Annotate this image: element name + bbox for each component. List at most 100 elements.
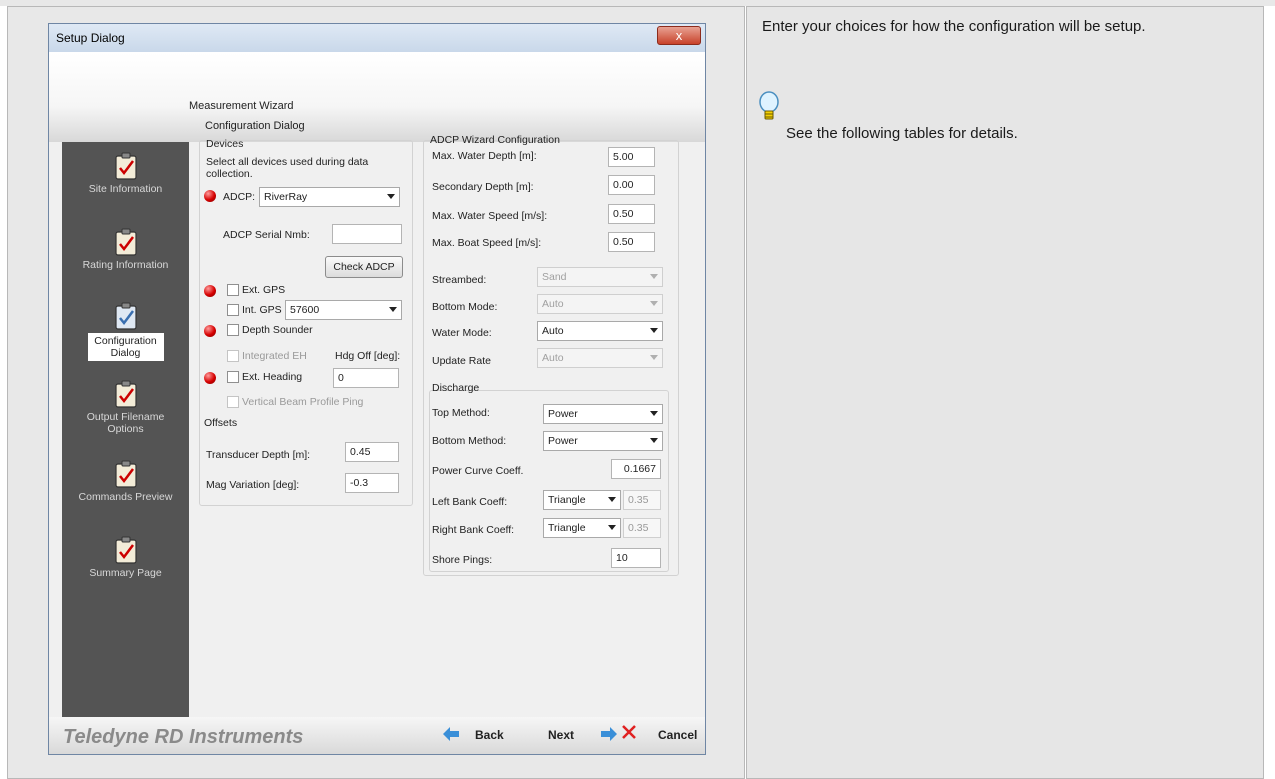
close-x-icon	[622, 725, 636, 739]
top-method-value: Power	[548, 408, 578, 420]
shore-pings-label: Shore Pings:	[432, 554, 493, 566]
adcp-select[interactable]: RiverRay	[259, 187, 400, 207]
streambed-select[interactable]: Sand	[537, 267, 663, 287]
power-curve-input[interactable]: 0.1667	[611, 459, 661, 479]
update-rate-select[interactable]: Auto	[537, 348, 663, 368]
close-button[interactable]: x	[657, 26, 701, 45]
sidebar-item-output-filename-options[interactable]: Output Filename Options	[62, 380, 189, 435]
water-mode-select[interactable]: Auto	[537, 321, 663, 341]
check-adcp-button[interactable]: Check ADCP	[325, 256, 403, 278]
right-bank-label: Right Bank Coeff:	[432, 524, 515, 536]
streambed-label: Streambed:	[432, 274, 487, 286]
chevron-down-icon	[650, 301, 658, 306]
baud-rate-select[interactable]: 57600	[285, 300, 402, 320]
depth-sounder-checkbox[interactable]	[227, 324, 239, 336]
hdg-off-label: Hdg Off [deg]:	[335, 350, 401, 362]
water-mode-label: Water Mode:	[432, 327, 492, 339]
adcp-label: ADCP:	[223, 191, 256, 203]
back-button[interactable]: Back	[475, 728, 504, 742]
chevron-down-icon	[387, 194, 395, 199]
top-method-label: Top Method:	[432, 407, 490, 419]
dialog-titlebar: Setup Dialog x	[49, 24, 705, 52]
max-boat-speed-input[interactable]: 0.50	[608, 232, 655, 252]
devices-description: Select all devices used during data coll…	[206, 156, 369, 180]
clipboard-check-icon	[114, 228, 137, 256]
streambed-value: Sand	[542, 271, 567, 283]
sidebar-item-label: Rating Information	[82, 259, 169, 271]
ext-gps-label: Ext. GPS	[242, 284, 286, 296]
ext-heading-checkbox[interactable]	[227, 371, 239, 383]
mag-variation-label: Mag Variation [deg]:	[206, 479, 300, 491]
setup-dialog: Setup Dialog x Measurement Wizard Config…	[48, 23, 706, 755]
vertical-beam-label: Vertical Beam Profile Ping	[242, 396, 364, 408]
sidebar-item-site-information[interactable]: Site Information	[62, 152, 189, 195]
chevron-down-icon	[608, 497, 616, 502]
bottom-method-select[interactable]: Power	[543, 431, 663, 451]
left-bank-value: Triangle	[548, 494, 586, 506]
wizard-subtitle: Configuration Dialog	[205, 120, 305, 132]
bottom-method-value: Power	[548, 435, 578, 447]
lightbulb-icon	[759, 91, 779, 120]
help-tip: See the following tables for details.	[786, 125, 1018, 142]
clipboard-check-icon	[114, 380, 137, 408]
hdg-off-input[interactable]: 0	[333, 368, 399, 388]
arrow-left-icon	[443, 727, 459, 741]
wizard-header: Measurement Wizard Configuration Dialog	[49, 52, 705, 142]
right-bank-coeff-input[interactable]: 0.35	[623, 518, 661, 538]
sidebar-item-commands-preview[interactable]: Commands Preview	[62, 460, 189, 503]
ext-heading-label: Ext. Heading	[242, 371, 303, 383]
next-button[interactable]: Next	[548, 728, 574, 742]
chevron-down-icon	[650, 438, 658, 443]
vertical-beam-checkbox[interactable]	[227, 396, 239, 408]
chevron-down-icon	[608, 525, 616, 530]
integrated-eh-checkbox[interactable]	[227, 350, 239, 362]
update-rate-value: Auto	[542, 352, 564, 364]
adcp-serial-input[interactable]	[332, 224, 402, 244]
secondary-depth-input[interactable]: 0.00	[608, 175, 655, 195]
bottom-mode-label: Bottom Mode:	[432, 301, 498, 313]
bottom-method-label: Bottom Method:	[432, 435, 507, 447]
page: Enter your choices for how the configura…	[0, 0, 1275, 779]
sidebar-item-configuration-dialog[interactable]: Configuration Dialog	[62, 302, 189, 361]
wizard-title: Measurement Wizard	[189, 100, 294, 112]
secondary-depth-label: Secondary Depth [m]:	[432, 181, 534, 193]
top-method-select[interactable]: Power	[543, 404, 663, 424]
left-bank-label: Left Bank Coeff:	[432, 496, 508, 508]
sidebar-item-summary-page[interactable]: Summary Page	[62, 536, 189, 579]
clipboard-check-icon	[114, 536, 137, 564]
int-gps-checkbox[interactable]	[227, 304, 239, 316]
right-bank-select[interactable]: Triangle	[543, 518, 621, 538]
max-water-depth-input[interactable]: 5.00	[608, 147, 655, 167]
transducer-depth-input[interactable]: 0.45	[345, 442, 399, 462]
update-rate-label: Update Rate	[432, 355, 491, 367]
arrow-right-icon	[601, 727, 617, 741]
ext-gps-checkbox[interactable]	[227, 284, 239, 296]
chevron-down-icon	[650, 274, 658, 279]
water-mode-value: Auto	[542, 325, 564, 337]
clipboard-check-icon	[114, 302, 137, 330]
sidebar-item-label: Output Filename Options	[86, 411, 165, 435]
brand-logo-text: Teledyne RD Instruments	[63, 726, 304, 748]
sidebar-item-rating-information[interactable]: Rating Information	[62, 228, 189, 271]
mag-variation-input[interactable]: -0.3	[345, 473, 399, 493]
chevron-down-icon	[650, 328, 658, 333]
max-boat-speed-label: Max. Boat Speed [m/s]:	[432, 237, 542, 249]
integrated-eh-label: Integrated EH	[242, 350, 307, 362]
wizard-sidebar: Site Information Rating Information Conf…	[62, 142, 189, 718]
devices-title: Devices	[206, 138, 244, 150]
power-curve-label: Power Curve Coeff.	[432, 465, 524, 477]
page-edge	[1264, 6, 1275, 779]
cancel-button[interactable]: Cancel	[658, 728, 697, 742]
transducer-depth-label: Transducer Depth [m]:	[206, 449, 311, 461]
shore-pings-input[interactable]: 10	[611, 548, 661, 568]
bottom-mode-select[interactable]: Auto	[537, 294, 663, 314]
left-bank-select[interactable]: Triangle	[543, 490, 621, 510]
left-bank-coeff-input[interactable]: 0.35	[623, 490, 661, 510]
adcp-config-title: ADCP Wizard Configuration	[430, 134, 560, 146]
adcp-status-led	[204, 190, 216, 202]
offsets-title: Offsets	[204, 417, 238, 429]
max-water-speed-input[interactable]: 0.50	[608, 204, 655, 224]
max-water-depth-label: Max. Water Depth [m]:	[432, 150, 537, 162]
sidebar-item-label: Configuration Dialog	[87, 333, 164, 361]
chevron-down-icon	[650, 355, 658, 360]
